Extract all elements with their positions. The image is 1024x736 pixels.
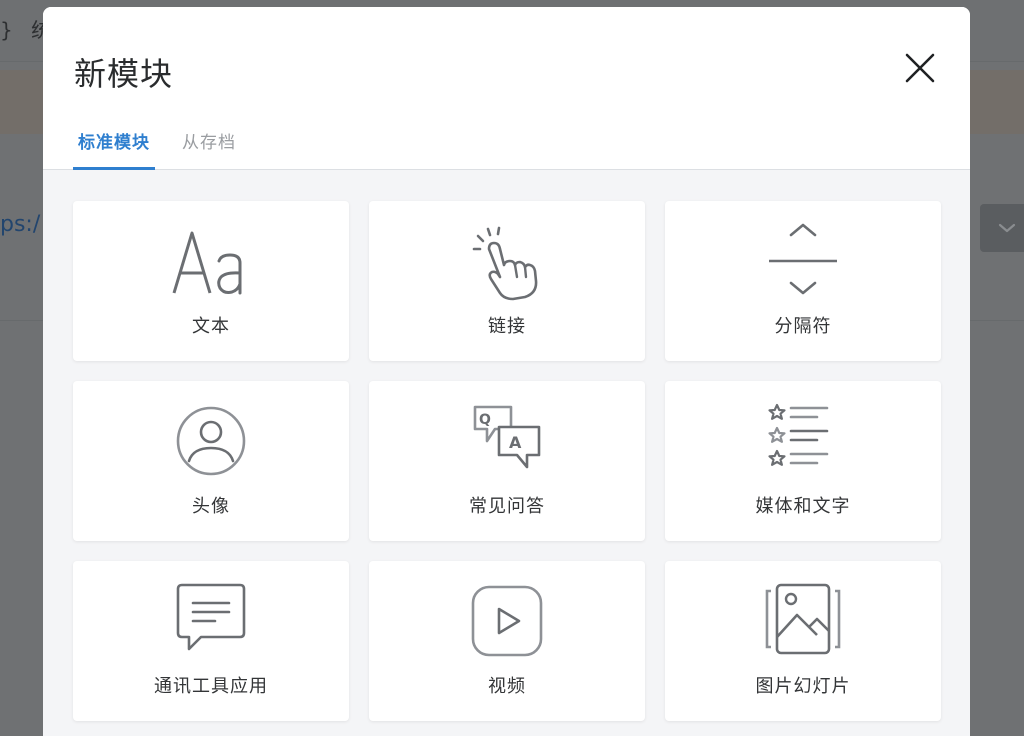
video-icon: [471, 585, 543, 657]
dialog-title: 新模块: [74, 55, 174, 93]
block-card-divider[interactable]: 分隔符: [665, 201, 941, 361]
block-card-text[interactable]: 文本: [73, 201, 349, 361]
block-card-avatar[interactable]: 头像: [73, 381, 349, 541]
svg-text:A: A: [509, 433, 522, 452]
block-label: 文本: [192, 316, 230, 337]
block-label: 视频: [488, 676, 526, 697]
slideshow-icon: [765, 583, 841, 655]
dialog-header: 新模块 标准模块 从存档: [43, 7, 970, 170]
block-grid: 文本 链接 分隔符 头像 Q A 常见问答 媒体和文字 通讯工具应用 视频 图片…: [73, 201, 941, 721]
background-link: ps:/: [0, 212, 41, 237]
block-card-link[interactable]: 链接: [369, 201, 645, 361]
block-label: 通讯工具应用: [154, 676, 268, 697]
block-card-video[interactable]: 视频: [369, 561, 645, 721]
block-label: 头像: [192, 496, 230, 517]
svg-text:Q: Q: [479, 412, 491, 428]
block-card-faq[interactable]: Q A 常见问答: [369, 381, 645, 541]
block-label: 媒体和文字: [755, 496, 851, 517]
block-label: 图片幻灯片: [755, 676, 851, 697]
block-card-slideshow[interactable]: 图片幻灯片: [665, 561, 941, 721]
close-button[interactable]: [901, 49, 939, 87]
divider-icon: [769, 223, 837, 295]
block-tabs: 标准模块 从存档: [73, 125, 263, 170]
block-card-messenger[interactable]: 通讯工具应用: [73, 561, 349, 721]
close-icon: [905, 53, 935, 83]
tab-standard-blocks[interactable]: 标准模块: [73, 125, 155, 170]
pointer-hand-icon: [472, 226, 538, 301]
faq-icon: Q A: [473, 405, 541, 469]
media-text-icon: [768, 403, 829, 466]
background-select: [980, 204, 1024, 252]
new-block-dialog: 新模块 标准模块 从存档 文本 链接 分隔符 头像 Q A 常见问答 媒体和文字…: [43, 7, 970, 736]
messenger-icon: [176, 583, 246, 651]
avatar-icon: [176, 406, 246, 476]
text-icon: [172, 231, 242, 295]
chevron-down-icon: [998, 223, 1016, 233]
tab-from-archive[interactable]: 从存档: [177, 125, 241, 170]
block-card-media-text[interactable]: 媒体和文字: [665, 381, 941, 541]
block-label: 常见问答: [469, 496, 545, 517]
block-label: 链接: [488, 316, 526, 337]
block-label: 分隔符: [774, 316, 832, 337]
